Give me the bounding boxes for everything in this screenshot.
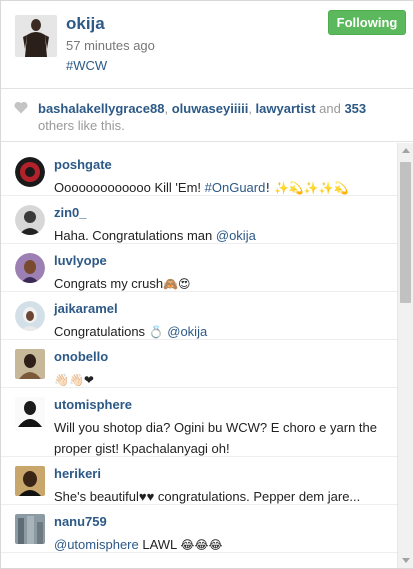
avatar[interactable]: [15, 397, 45, 427]
divider: [1, 195, 397, 196]
post-hashtag[interactable]: #WCW: [66, 58, 107, 73]
divider: [1, 339, 397, 340]
avatar[interactable]: [15, 514, 45, 544]
comment-body: Congratulations: [54, 324, 149, 339]
comment-body: Ooooooooooooo Kill 'Em!: [54, 180, 205, 195]
comment-username[interactable]: zin0_: [54, 205, 87, 220]
likes-and: and: [315, 101, 345, 116]
comment-emoji: 🙈😍: [163, 277, 191, 291]
comment-emoji: ! ✨💫✨✨💫: [265, 181, 349, 195]
divider: [1, 504, 397, 505]
divider: [1, 456, 397, 457]
comment-username[interactable]: luvlyope: [54, 253, 107, 268]
divider: [1, 291, 397, 292]
divider: [1, 387, 397, 388]
scroll-down-arrow-icon[interactable]: [402, 558, 410, 563]
likes-text: bashalakellygrace88, oluwaseyiiiii, lawy…: [38, 100, 398, 134]
avatar[interactable]: [15, 301, 45, 331]
divider: [1, 552, 397, 553]
heart-icon[interactable]: [14, 101, 28, 114]
divider: [1, 243, 397, 244]
comment-emoji: 😂😂😂: [180, 538, 223, 552]
likes-section: bashalakellygrace88, oluwaseyiiiii, lawy…: [1, 90, 413, 142]
likes-separator: ,: [164, 101, 172, 116]
mention-link[interactable]: @utomisphere: [54, 537, 139, 552]
comment-username[interactable]: onobello: [54, 349, 108, 364]
likes-others: others like this.: [38, 118, 125, 133]
comment-body: Haha. Congratulations man: [54, 228, 216, 243]
liker-link[interactable]: oluwaseyiiiii: [172, 101, 249, 116]
post-username[interactable]: okija: [66, 14, 105, 34]
avatar[interactable]: [15, 157, 45, 187]
likes-count[interactable]: 353: [344, 101, 366, 116]
comment-body: 👋🏻👋🏻❤: [54, 373, 94, 387]
comment-username[interactable]: poshgate: [54, 157, 112, 172]
mention-link[interactable]: @okija: [167, 324, 207, 339]
scroll-up-arrow-icon[interactable]: [402, 148, 410, 153]
following-button[interactable]: Following: [328, 10, 406, 35]
scroll-thumb[interactable]: [400, 162, 411, 303]
liker-link[interactable]: lawyartist: [256, 101, 316, 116]
avatar[interactable]: [15, 466, 45, 496]
avatar[interactable]: [15, 349, 45, 379]
comment-body: Congrats my crush: [54, 276, 164, 291]
avatar[interactable]: [15, 15, 57, 57]
ring-emoji: 💍: [148, 325, 164, 339]
post-panel: okija 57 minutes ago #WCW Following bash…: [0, 0, 414, 569]
comment-username[interactable]: nanu759: [54, 514, 107, 529]
comment-text: Will you shotop dia? Ogini bu WCW? E cho…: [54, 420, 377, 456]
likes-separator: ,: [248, 101, 256, 116]
post-header: okija 57 minutes ago #WCW Following: [1, 1, 413, 89]
comment-body: LAWL: [138, 537, 181, 552]
liker-link[interactable]: bashalakellygrace88: [38, 101, 164, 116]
comments-scrollbar[interactable]: [397, 143, 413, 568]
comment-username[interactable]: jaikaramel: [54, 301, 118, 316]
post-timestamp: 57 minutes ago: [66, 38, 155, 53]
hashtag-link[interactable]: #OnGuard: [205, 180, 266, 195]
avatar[interactable]: [15, 253, 45, 283]
comment-username[interactable]: herikeri: [54, 466, 101, 481]
mention-link[interactable]: @okija: [216, 228, 256, 243]
comments-list[interactable]: poshgate Ooooooooooooo Kill 'Em! #OnGuar…: [1, 143, 413, 568]
comment-username[interactable]: utomisphere: [54, 397, 132, 412]
avatar[interactable]: [15, 205, 45, 235]
